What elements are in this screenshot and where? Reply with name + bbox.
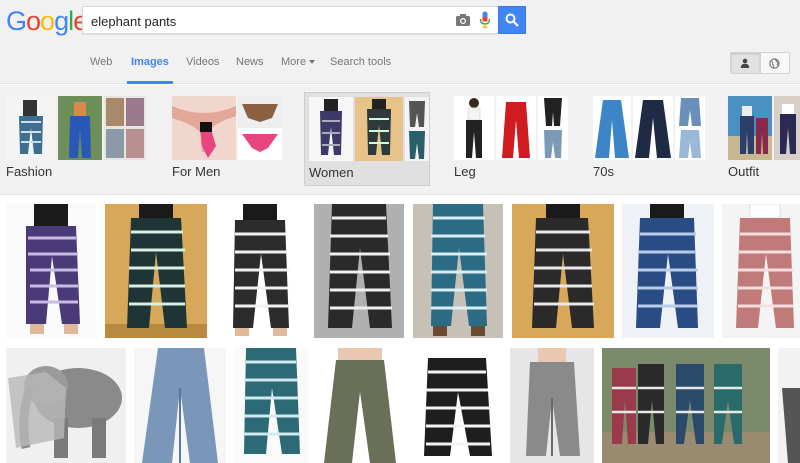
tab-label: Images bbox=[131, 56, 169, 68]
thumbnail-image bbox=[405, 97, 429, 161]
result-image[interactable] bbox=[234, 348, 308, 463]
google-logo[interactable]: Google bbox=[6, 6, 88, 37]
result-thumbnail bbox=[510, 348, 594, 463]
result-image[interactable] bbox=[510, 348, 594, 463]
camera-icon[interactable] bbox=[455, 13, 471, 27]
result-thumbnail bbox=[215, 204, 307, 338]
search-button[interactable] bbox=[498, 6, 526, 34]
result-thumbnail bbox=[134, 348, 226, 463]
tab-more[interactable]: More bbox=[281, 56, 316, 84]
thumbnail-image bbox=[104, 96, 146, 160]
personal-results-button[interactable] bbox=[731, 53, 760, 73]
thumbnail-image bbox=[172, 96, 236, 160]
globe-icon bbox=[769, 57, 781, 69]
result-image[interactable] bbox=[622, 204, 714, 338]
result-image[interactable] bbox=[602, 348, 770, 463]
tab-label: Web bbox=[90, 56, 113, 68]
result-thumbnail bbox=[234, 348, 308, 463]
chip-thumbnails bbox=[593, 96, 705, 160]
tab-search-tools[interactable]: Search tools bbox=[330, 56, 391, 84]
logo-letter: G bbox=[6, 6, 27, 36]
result-thumbnail bbox=[314, 204, 404, 338]
related-chip-women[interactable]: Women bbox=[304, 92, 430, 186]
logo-letter: o bbox=[40, 6, 55, 36]
chip-thumbnails bbox=[309, 97, 429, 161]
result-image[interactable] bbox=[134, 348, 226, 463]
related-searches: Fashion For Men Women Leg 70s Outfit bbox=[0, 85, 800, 195]
thumbnail-image bbox=[728, 96, 772, 160]
tab-images[interactable]: Images bbox=[127, 56, 173, 84]
thumbnail-image bbox=[6, 96, 56, 160]
top-header: Google Web Images Videos News More Searc… bbox=[0, 0, 800, 84]
logo-letter: o bbox=[26, 6, 41, 36]
chip-thumbnails bbox=[172, 96, 282, 160]
thumbnail-image bbox=[238, 96, 282, 160]
chip-label: Women bbox=[309, 165, 354, 180]
chip-thumbnails bbox=[454, 96, 568, 160]
result-thumbnail bbox=[722, 204, 800, 338]
thumbnail-image bbox=[496, 96, 536, 160]
thumbnail-image bbox=[675, 96, 705, 160]
result-thumbnail bbox=[413, 204, 503, 338]
chip-thumbnails bbox=[728, 96, 800, 160]
result-image[interactable] bbox=[215, 204, 307, 338]
related-chip-70s[interactable]: 70s bbox=[589, 92, 707, 186]
result-image[interactable] bbox=[6, 204, 96, 338]
search-icon bbox=[505, 13, 519, 27]
logo-letter: g bbox=[54, 6, 69, 36]
search-box bbox=[82, 6, 498, 34]
result-image[interactable] bbox=[314, 204, 404, 338]
thumbnail-image bbox=[58, 96, 102, 160]
thumbnail-image bbox=[454, 96, 494, 160]
tab-web[interactable]: Web bbox=[90, 56, 112, 84]
tab-label: More bbox=[281, 56, 307, 68]
result-image[interactable] bbox=[778, 348, 800, 463]
related-chip-outfit[interactable]: Outfit bbox=[724, 92, 800, 186]
result-image[interactable] bbox=[6, 348, 126, 463]
result-thumbnail bbox=[512, 204, 614, 338]
thumbnail-image bbox=[355, 97, 403, 161]
thumbnail-image bbox=[774, 96, 800, 160]
related-chip-for-men[interactable]: For Men bbox=[168, 92, 286, 186]
chip-label: Fashion bbox=[6, 164, 53, 179]
thumbnail-image bbox=[593, 96, 631, 160]
thumbnail-image bbox=[309, 97, 353, 161]
result-thumbnail bbox=[622, 204, 714, 338]
result-thumbnail bbox=[316, 348, 404, 463]
result-thumbnail bbox=[412, 348, 502, 463]
result-thumbnail bbox=[6, 348, 126, 463]
result-thumbnail bbox=[105, 204, 207, 338]
tab-label: Search tools bbox=[330, 56, 392, 68]
microphone-icon[interactable] bbox=[479, 11, 491, 29]
tab-label: News bbox=[236, 56, 264, 68]
caret-down-icon bbox=[309, 60, 316, 65]
person-icon bbox=[741, 58, 750, 68]
result-image[interactable] bbox=[105, 204, 207, 338]
related-chip-leg[interactable]: Leg bbox=[450, 92, 568, 186]
global-results-button[interactable] bbox=[759, 53, 789, 73]
result-thumbnail bbox=[602, 348, 770, 463]
result-image[interactable] bbox=[512, 204, 614, 338]
search-tabs: Web Images Videos News More Search tools bbox=[0, 52, 800, 84]
safe-results-toggle bbox=[730, 52, 790, 74]
result-image[interactable] bbox=[412, 348, 502, 463]
thumbnail-image bbox=[538, 96, 568, 160]
result-thumbnail bbox=[778, 348, 800, 463]
related-chip-fashion[interactable]: Fashion bbox=[2, 92, 148, 186]
tab-videos[interactable]: Videos bbox=[186, 56, 219, 84]
result-image[interactable] bbox=[316, 348, 404, 463]
tab-label: Videos bbox=[186, 56, 220, 68]
search-input[interactable] bbox=[91, 11, 451, 31]
result-image[interactable] bbox=[413, 204, 503, 338]
result-image[interactable] bbox=[722, 204, 800, 338]
chip-label: 70s bbox=[593, 164, 614, 179]
chip-label: For Men bbox=[172, 164, 221, 179]
chip-label: Outfit bbox=[728, 164, 760, 179]
chip-thumbnails bbox=[6, 96, 146, 160]
chip-label: Leg bbox=[454, 164, 476, 179]
result-thumbnail bbox=[6, 204, 96, 338]
thumbnail-image bbox=[633, 96, 673, 160]
tab-news[interactable]: News bbox=[236, 56, 264, 84]
